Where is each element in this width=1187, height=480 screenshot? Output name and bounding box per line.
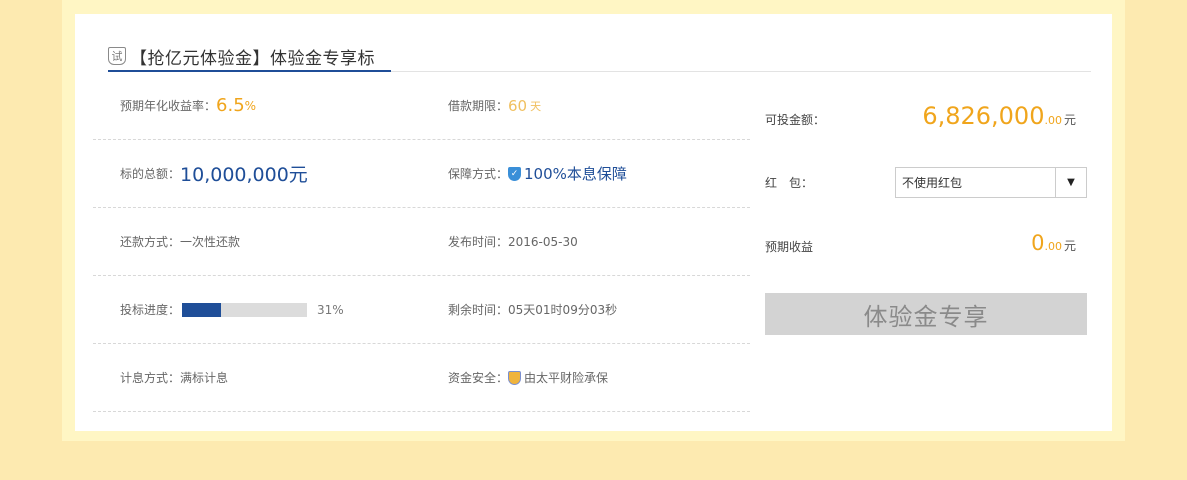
investable-amount-unit: 元	[1063, 113, 1076, 127]
expected-amount-unit: 元	[1063, 239, 1076, 253]
investable-label: 可投金额：	[765, 112, 826, 127]
safety-value: 由太平财险承保	[524, 371, 609, 385]
interest-value: 满标计息	[180, 371, 229, 385]
trial-exclusive-button[interactable]: 体验金专享	[765, 293, 1087, 335]
total-value: 10,000,000元	[180, 164, 308, 186]
term-field: 借款期限： 60 天	[448, 72, 541, 139]
safety-label: 资金安全：	[448, 371, 509, 385]
rate-value: 6.5	[216, 95, 245, 116]
details-row: 标的总额： 10,000,000元 保障方式： ✓ 100%本息保障	[93, 140, 750, 208]
rate-unit: %	[244, 98, 257, 113]
investable-amount: 6,826,000.00 元	[922, 102, 1076, 130]
publish-label: 发布时间：	[448, 235, 509, 249]
rate-label: 预期年化收益率：	[120, 99, 217, 113]
repay-field: 还款方式： 一次性还款	[120, 208, 240, 275]
term-unit: 天	[530, 99, 542, 113]
card-title-text: 【抢亿元体验金】体验金专享标	[130, 48, 375, 69]
total-field: 标的总额： 10,000,000元	[120, 140, 308, 207]
guarantee-label: 保障方式：	[448, 167, 509, 181]
insurance-shield-icon	[508, 370, 522, 385]
details-row: 预期年化收益率： 6.5 % 借款期限： 60 天	[93, 72, 750, 140]
expected-label: 预期收益	[765, 239, 814, 254]
redpacket-select-value: 不使用红包	[902, 176, 963, 190]
total-label: 标的总额：	[120, 167, 181, 181]
investable-amount-int: 6,826,000	[922, 102, 1045, 130]
redpacket-row: 红 包： 不使用红包 ▼	[765, 167, 1087, 198]
chevron-down-icon[interactable]: ▼	[1055, 168, 1086, 197]
rate-field: 预期年化收益率： 6.5 %	[120, 72, 256, 139]
details-row: 计息方式： 满标计息 资金安全： 由太平财险承保	[93, 344, 750, 412]
term-label: 借款期限：	[448, 99, 509, 113]
remaining-field: 剩余时间： 05天01时09分03秒	[448, 276, 617, 343]
investable-amount-row: 可投金额： 6,826,000.00 元	[765, 100, 1087, 132]
expected-amount: 0.00 元	[1031, 231, 1076, 255]
expected-earnings-row: 预期收益 0.00 元	[765, 228, 1087, 258]
guarantee-field: 保障方式： ✓ 100%本息保障	[448, 140, 627, 207]
details-row: 还款方式： 一次性还款 发布时间： 2016-05-30	[93, 208, 750, 276]
interest-label: 计息方式：	[120, 371, 181, 385]
shield-check-icon: ✓	[508, 166, 522, 181]
trial-badge-icon: 试	[108, 47, 126, 65]
progress-label: 投标进度：	[120, 303, 181, 317]
repay-label: 还款方式：	[120, 235, 181, 249]
publish-value: 2016-05-30	[508, 234, 578, 249]
card-title: 试 【抢亿元体验金】体验金专享标	[108, 40, 375, 72]
repay-value: 一次性还款	[180, 235, 241, 249]
expected-amount-dec: .00	[1044, 240, 1062, 253]
details-row: 投标进度： 31% 剩余时间： 05天01时09分03秒	[93, 276, 750, 344]
progress-field: 投标进度： 31%	[120, 276, 344, 343]
progress-bar-fill	[182, 302, 221, 317]
expected-amount-int: 0	[1031, 231, 1045, 255]
redpacket-label: 红 包：	[765, 176, 814, 190]
progress-percent: 31%	[317, 302, 344, 317]
remaining-label: 剩余时间：	[448, 303, 509, 317]
publish-field: 发布时间： 2016-05-30	[448, 208, 578, 275]
guarantee-value: 100%本息保障	[524, 165, 627, 183]
interest-field: 计息方式： 满标计息	[120, 344, 228, 411]
safety-field: 资金安全： 由太平财险承保	[448, 344, 608, 411]
term-value: 60	[508, 96, 528, 115]
investable-amount-dec: .00	[1044, 114, 1062, 127]
redpacket-select[interactable]: 不使用红包 ▼	[895, 167, 1087, 198]
progress-bar	[182, 302, 308, 317]
remaining-value: 05天01时09分03秒	[508, 303, 618, 317]
